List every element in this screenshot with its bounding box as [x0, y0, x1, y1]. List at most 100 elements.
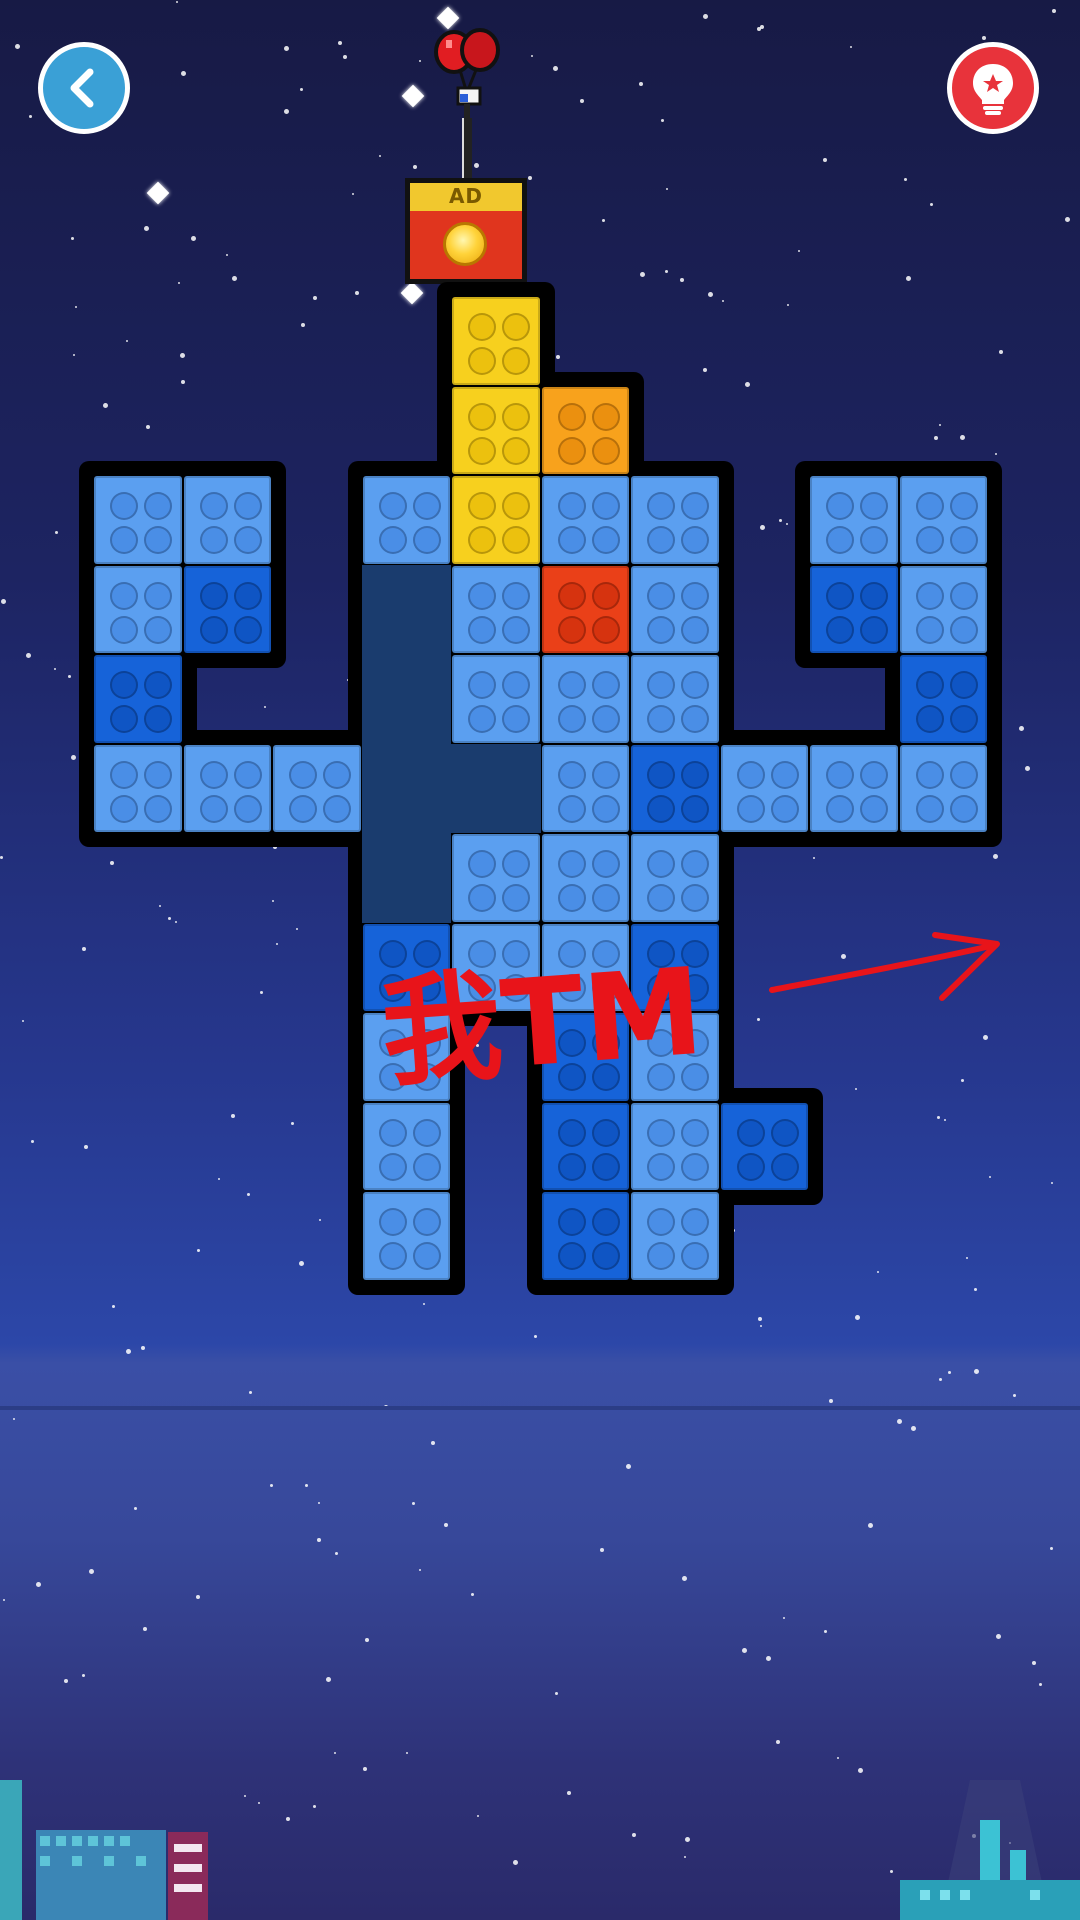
lego-brick[interactable] [631, 476, 719, 564]
brick-stud [468, 671, 496, 699]
lego-brick[interactable] [899, 655, 987, 743]
brick-stud [412, 1118, 441, 1147]
brick-stud [647, 1208, 675, 1236]
brick-stud [647, 1118, 675, 1147]
brick-stud [502, 526, 530, 554]
brick-stud [647, 581, 675, 610]
lego-brick[interactable] [541, 386, 629, 474]
lego-brick[interactable] [899, 744, 987, 832]
lego-brick[interactable] [631, 1013, 719, 1101]
brick-stud [591, 1118, 620, 1147]
brick-stud [412, 1029, 441, 1057]
brick-stud [860, 492, 888, 520]
brick-stud [826, 794, 854, 823]
brick-stud [681, 492, 709, 520]
lego-brick[interactable] [899, 565, 987, 653]
brick-stud [681, 581, 709, 610]
lego-brick[interactable] [362, 1102, 450, 1190]
lego-brick[interactable] [541, 834, 629, 922]
brick-stud [591, 705, 620, 733]
brick-stud [681, 526, 709, 554]
lego-brick[interactable] [94, 655, 182, 743]
lego-brick[interactable] [183, 565, 271, 653]
brick-stud [557, 939, 586, 968]
brick-stud [647, 1152, 675, 1181]
brick-stud [557, 1152, 586, 1181]
lego-brick[interactable] [631, 1192, 719, 1280]
lego-brick[interactable] [631, 565, 719, 653]
brick-stud [681, 794, 709, 823]
lego-brick[interactable] [631, 834, 719, 922]
brick-stud [736, 1152, 765, 1181]
brick-stud [591, 939, 620, 968]
lego-brick[interactable] [273, 744, 361, 832]
brick-stud [591, 526, 620, 554]
lego-brick[interactable] [94, 744, 182, 832]
lego-brick[interactable] [810, 565, 898, 653]
brick-stud [468, 939, 496, 968]
lego-brick[interactable] [362, 1013, 450, 1101]
lego-brick[interactable] [452, 476, 540, 564]
brick-stud [860, 760, 888, 789]
brick-stud [468, 705, 496, 733]
brick-stud [647, 1063, 675, 1091]
lego-brick[interactable] [899, 476, 987, 564]
brick-stud [468, 615, 496, 644]
brick-stud [557, 1242, 586, 1270]
brick-stud [378, 1242, 407, 1270]
lego-brick[interactable] [452, 565, 540, 653]
lego-brick[interactable] [362, 1192, 450, 1280]
brick-stud [144, 615, 172, 644]
brick-stud [647, 973, 675, 1002]
lego-brick[interactable] [452, 297, 540, 385]
lego-brick[interactable] [541, 744, 629, 832]
lego-brick[interactable] [362, 476, 450, 564]
brick-stud [144, 760, 172, 789]
brick-stud [378, 1208, 407, 1236]
lego-brick[interactable] [452, 834, 540, 922]
lego-brick[interactable] [631, 744, 719, 832]
lego-brick[interactable] [631, 655, 719, 743]
brick-stud [233, 794, 262, 823]
brick-stud [681, 1063, 709, 1091]
lego-brick[interactable] [541, 565, 629, 653]
lego-brick[interactable] [541, 1102, 629, 1190]
lego-brick[interactable] [94, 476, 182, 564]
brick-stud [468, 436, 496, 465]
brick-stud [378, 1029, 407, 1057]
brick-stud [949, 581, 978, 610]
lego-brick[interactable] [720, 1102, 808, 1190]
brick-stud [233, 492, 262, 520]
lego-brick[interactable] [720, 744, 808, 832]
brick-stud [378, 973, 407, 1002]
lego-brick[interactable] [452, 386, 540, 474]
brick-stud [591, 1029, 620, 1057]
lego-brick[interactable] [452, 923, 540, 1011]
brick-stud [502, 615, 530, 644]
brick-stud [144, 581, 172, 610]
lego-brick[interactable] [810, 744, 898, 832]
brick-stud [681, 615, 709, 644]
brick-stud [647, 884, 675, 912]
lego-brick[interactable] [452, 655, 540, 743]
lego-brick[interactable] [541, 655, 629, 743]
lego-brick[interactable] [183, 476, 271, 564]
brick-stud [378, 1063, 407, 1091]
lego-brick[interactable] [541, 1192, 629, 1280]
lego-brick[interactable] [94, 565, 182, 653]
brick-stud [770, 760, 799, 789]
lego-brick[interactable] [183, 744, 271, 832]
lego-brick[interactable] [541, 1013, 629, 1101]
brick-stud [591, 973, 620, 1002]
brick-stud [647, 939, 675, 968]
lego-brick[interactable] [362, 923, 450, 1011]
brick-stud [915, 671, 944, 699]
brick-stud [647, 1242, 675, 1270]
lego-brick[interactable] [631, 923, 719, 1011]
lego-brick[interactable] [541, 923, 629, 1011]
lego-brick[interactable] [541, 476, 629, 564]
lego-brick[interactable] [810, 476, 898, 564]
brick-stud [591, 1063, 620, 1091]
brick-stud [502, 705, 530, 733]
lego-brick[interactable] [631, 1102, 719, 1190]
